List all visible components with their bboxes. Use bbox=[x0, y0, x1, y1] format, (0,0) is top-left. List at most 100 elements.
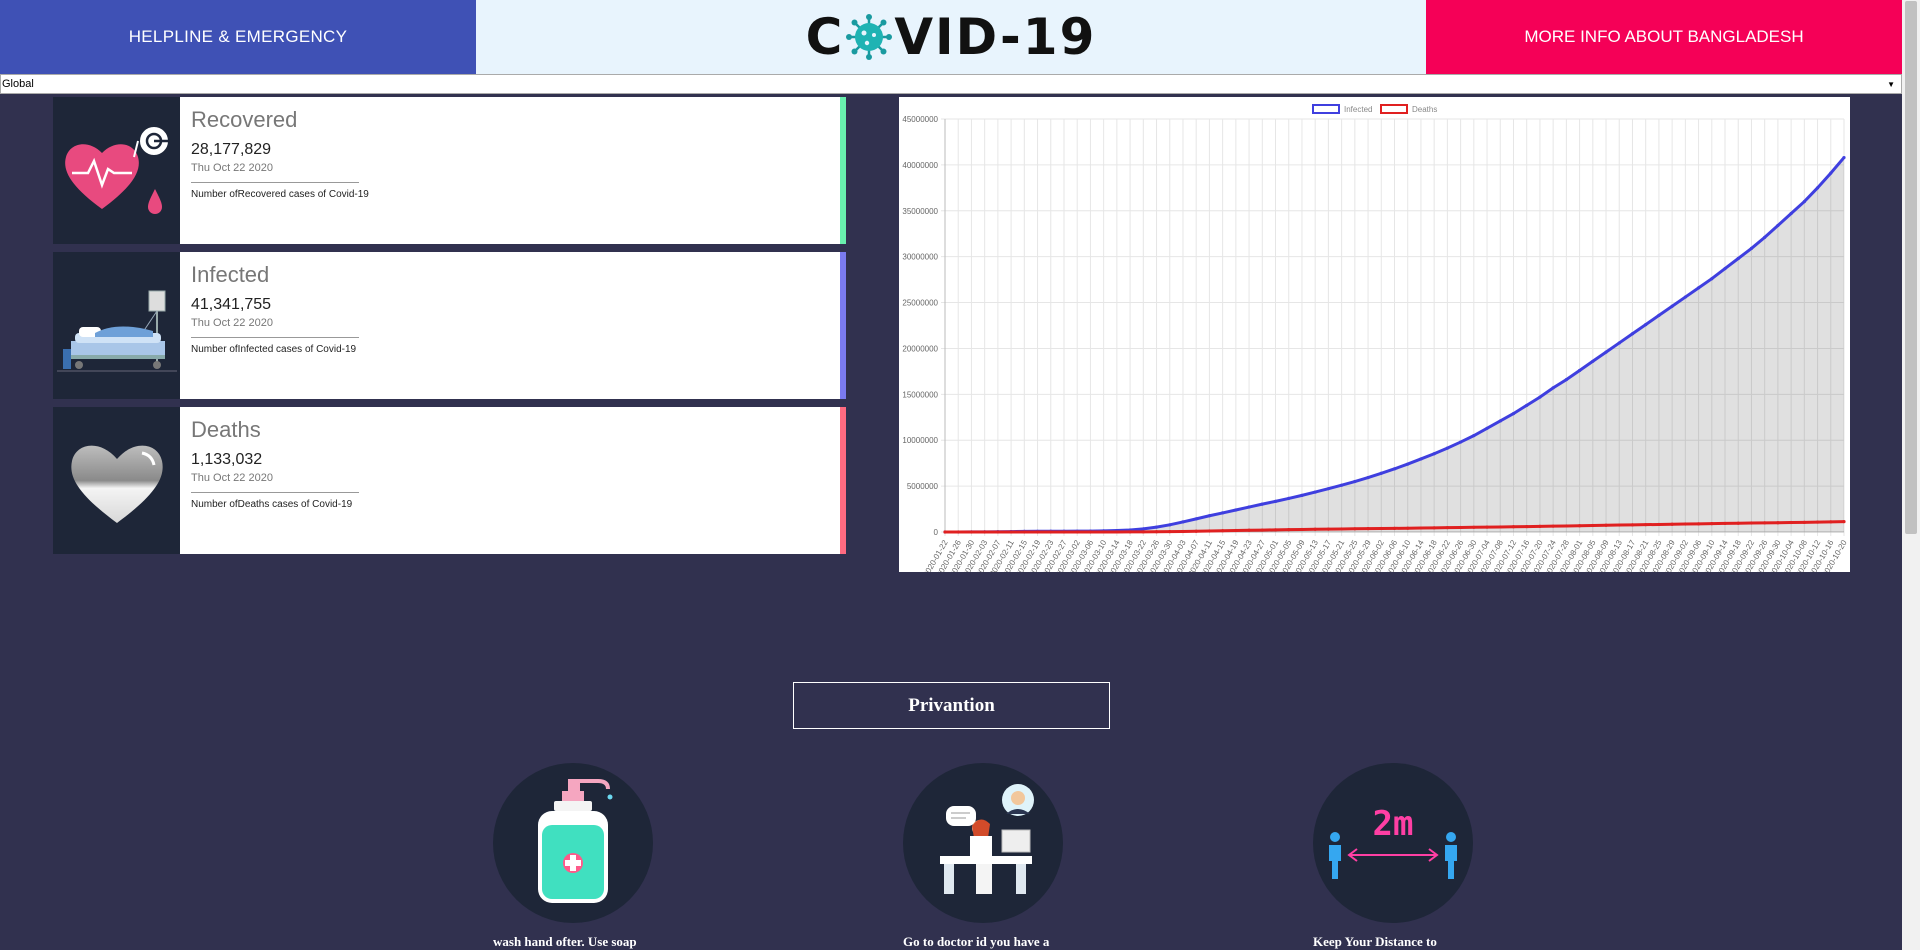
data-point-infected bbox=[1842, 155, 1846, 160]
data-point-infected bbox=[1379, 471, 1383, 475]
data-point-deaths bbox=[1102, 530, 1106, 534]
y-tick-label: 40000000 bbox=[902, 161, 938, 170]
data-point-deaths bbox=[1392, 526, 1397, 530]
data-point-deaths bbox=[1141, 530, 1145, 534]
region-select[interactable]: Global ▼ bbox=[0, 74, 1902, 94]
data-point-infected bbox=[1736, 256, 1740, 261]
deaths-card: Deaths 1,133,032 Thu Oct 22 2020 Number … bbox=[53, 407, 846, 554]
y-tick-label: 45000000 bbox=[902, 115, 938, 124]
data-point-infected bbox=[1829, 171, 1833, 175]
data-point-deaths bbox=[943, 530, 947, 534]
heart-icon bbox=[70, 445, 163, 523]
data-point-deaths bbox=[1353, 527, 1357, 531]
cases-chart: 2020-01-22 2020-01-26 2020-01-30 2020-02-03… bbox=[899, 97, 1850, 578]
data-point-deaths bbox=[1234, 528, 1238, 533]
data-point-infected bbox=[1234, 508, 1238, 512]
data-point-deaths bbox=[1419, 526, 1423, 530]
data-point-infected bbox=[1181, 520, 1185, 524]
prevention-circle bbox=[493, 763, 653, 923]
data-point-infected bbox=[1683, 295, 1687, 299]
card-description: Number ofInfected cases of Covid-19 bbox=[191, 344, 357, 355]
prevention-text: Go to doctor id you have a fever, cough … bbox=[903, 934, 1050, 950]
data-point-deaths bbox=[1644, 523, 1648, 527]
data-point-infected bbox=[1577, 368, 1582, 373]
data-point-deaths bbox=[1525, 524, 1529, 529]
social-distance-icon: 2m bbox=[1329, 804, 1457, 879]
data-point-infected bbox=[1366, 475, 1370, 480]
data-point-deaths bbox=[1406, 526, 1410, 530]
data-point-deaths bbox=[1763, 521, 1767, 525]
prevention-text: wash hand ofter. Use soap and water or a… bbox=[493, 934, 637, 950]
deaths-image bbox=[53, 407, 180, 554]
recovered-image bbox=[53, 97, 180, 244]
data-point-infected bbox=[1538, 395, 1542, 399]
data-point-deaths bbox=[1260, 528, 1264, 532]
card-title: Deaths bbox=[191, 417, 261, 442]
top-bar: HELPLINE & EMERGENCY C VID-19 MORE INFO … bbox=[0, 0, 1902, 74]
data-point-deaths bbox=[1432, 526, 1436, 530]
data-point-infected bbox=[1511, 412, 1516, 416]
data-point-infected bbox=[1247, 505, 1251, 509]
data-point-infected bbox=[1221, 511, 1225, 515]
legend-swatch-infected bbox=[1312, 104, 1340, 114]
scrollbar[interactable] bbox=[1902, 0, 1920, 950]
y-tick-label: 25000000 bbox=[902, 299, 938, 308]
data-point-infected bbox=[1670, 304, 1674, 308]
data-point-infected bbox=[1776, 223, 1780, 228]
data-point-infected bbox=[1207, 514, 1212, 518]
data-point-infected bbox=[1432, 452, 1436, 456]
data-point-deaths bbox=[1802, 520, 1806, 524]
data-point-deaths bbox=[1049, 530, 1053, 534]
data-point-deaths bbox=[1022, 530, 1026, 534]
data-point-deaths bbox=[1551, 524, 1555, 528]
data-point-deaths bbox=[1287, 528, 1291, 532]
data-point-deaths bbox=[1776, 521, 1780, 525]
data-point-infected bbox=[1194, 517, 1198, 521]
data-point-deaths bbox=[1472, 525, 1476, 529]
card-divider bbox=[191, 182, 359, 183]
data-point-deaths bbox=[1247, 528, 1251, 532]
y-tick-label: 35000000 bbox=[902, 207, 938, 216]
scrollbar-thumb[interactable] bbox=[1905, 1, 1917, 534]
data-point-deaths bbox=[1723, 521, 1727, 526]
data-point-deaths bbox=[1683, 522, 1687, 526]
data-point-deaths bbox=[1075, 530, 1079, 534]
data-point-infected bbox=[1617, 341, 1621, 345]
card-count: 41,341,755 bbox=[191, 296, 272, 313]
card-title: Infected bbox=[191, 262, 270, 287]
data-point-infected bbox=[1287, 496, 1291, 501]
data-point-infected bbox=[1815, 186, 1820, 190]
data-point-deaths bbox=[1670, 522, 1674, 526]
data-point-infected bbox=[1485, 426, 1489, 430]
data-point-infected bbox=[1154, 525, 1159, 529]
data-point-deaths bbox=[983, 530, 987, 534]
helpline-button[interactable]: HELPLINE & EMERGENCY bbox=[0, 0, 476, 74]
y-tick-label: 20000000 bbox=[902, 344, 938, 353]
data-point-deaths bbox=[1842, 520, 1846, 524]
more-info-button[interactable]: MORE INFO ABOUT BANGLADESH bbox=[1426, 0, 1902, 74]
data-point-deaths bbox=[1577, 524, 1582, 528]
prevention-circle: 2m bbox=[1313, 763, 1473, 923]
data-point-infected bbox=[1260, 502, 1264, 506]
data-point-infected bbox=[1525, 403, 1529, 407]
data-point-infected bbox=[1591, 359, 1595, 363]
data-point-deaths bbox=[1168, 530, 1172, 534]
data-point-infected bbox=[1459, 440, 1463, 444]
data-point-infected bbox=[1273, 499, 1278, 503]
data-point-deaths bbox=[969, 530, 974, 534]
data-point-deaths bbox=[1815, 520, 1820, 524]
data-point-deaths bbox=[1009, 530, 1013, 534]
data-point-deaths bbox=[1657, 522, 1661, 527]
card-description: Number ofDeaths cases of Covid-19 bbox=[191, 499, 353, 510]
covid-logo: C VID-19 bbox=[806, 8, 1097, 66]
card-accent bbox=[840, 97, 846, 244]
y-tick-label: 0 bbox=[934, 528, 939, 537]
card-count: 1,133,032 bbox=[191, 451, 263, 468]
data-point-deaths bbox=[1617, 523, 1621, 527]
y-tick-label: 5000000 bbox=[907, 482, 939, 491]
data-point-infected bbox=[1498, 419, 1502, 423]
data-point-deaths bbox=[1591, 523, 1595, 528]
data-point-deaths bbox=[1088, 530, 1093, 534]
data-point-deaths bbox=[1789, 520, 1793, 525]
data-point-deaths bbox=[1696, 522, 1701, 526]
